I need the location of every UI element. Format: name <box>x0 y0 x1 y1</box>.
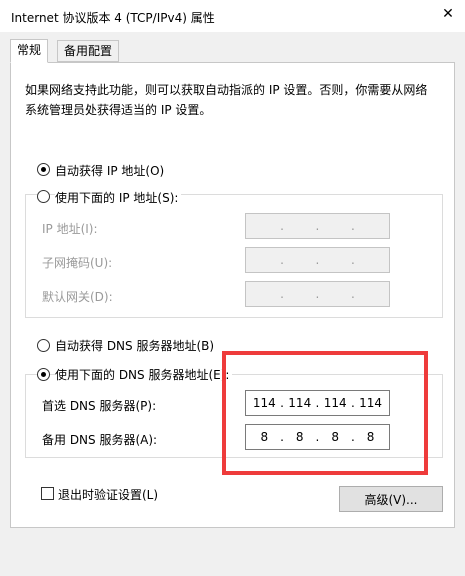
ip-auto-radio[interactable] <box>37 163 50 176</box>
dialog-footer <box>0 536 465 576</box>
validate-on-exit-checkbox[interactable] <box>41 487 54 500</box>
subnet-mask-input: . . . <box>245 247 390 273</box>
dns-auto-label[interactable]: 自动获得 DNS 服务器地址(B) <box>55 337 214 354</box>
close-icon[interactable]: ✕ <box>436 4 460 24</box>
tab-general[interactable]: 常规 <box>10 39 49 63</box>
tab-alternate-config[interactable]: 备用配置 <box>57 40 120 62</box>
ip-manual-label[interactable]: 使用下面的 IP 地址(S): <box>55 189 182 206</box>
ip-address-input: . . . <box>245 213 390 239</box>
ip-address-label: IP 地址(I): <box>42 222 98 236</box>
default-gateway-label: 默认网关(D): <box>42 290 113 304</box>
title-bar: Internet 协议版本 4 (TCP/IPv4) 属性 ✕ <box>0 0 465 32</box>
ip-auto-label[interactable]: 自动获得 IP 地址(O) <box>55 162 164 179</box>
preferred-dns-input[interactable]: 114. 114. 114. 114 <box>245 390 390 416</box>
alternate-dns-label: 备用 DNS 服务器(A): <box>42 433 158 447</box>
window-title: Internet 协议版本 4 (TCP/IPv4) 属性 <box>11 11 215 25</box>
dns-manual-label[interactable]: 使用下面的 DNS 服务器地址(E): <box>55 366 233 383</box>
dns-auto-radio[interactable] <box>37 339 50 352</box>
dns-manual-radio[interactable] <box>37 368 50 381</box>
default-gateway-input: . . . <box>245 281 390 307</box>
description-text: 如果网络支持此功能，则可以获取自动指派的 IP 设置。否则，你需要从网络系统管理… <box>25 83 428 117</box>
ip-manual-radio[interactable] <box>37 190 50 203</box>
advanced-button[interactable]: 高级(V)... <box>339 486 443 512</box>
preferred-dns-label: 首选 DNS 服务器(P): <box>42 399 157 413</box>
subnet-mask-label: 子网掩码(U): <box>42 256 113 270</box>
validate-on-exit-label[interactable]: 退出时验证设置(L) <box>58 486 158 503</box>
alternate-dns-input[interactable]: 8. 8. 8. 8 <box>245 424 390 450</box>
